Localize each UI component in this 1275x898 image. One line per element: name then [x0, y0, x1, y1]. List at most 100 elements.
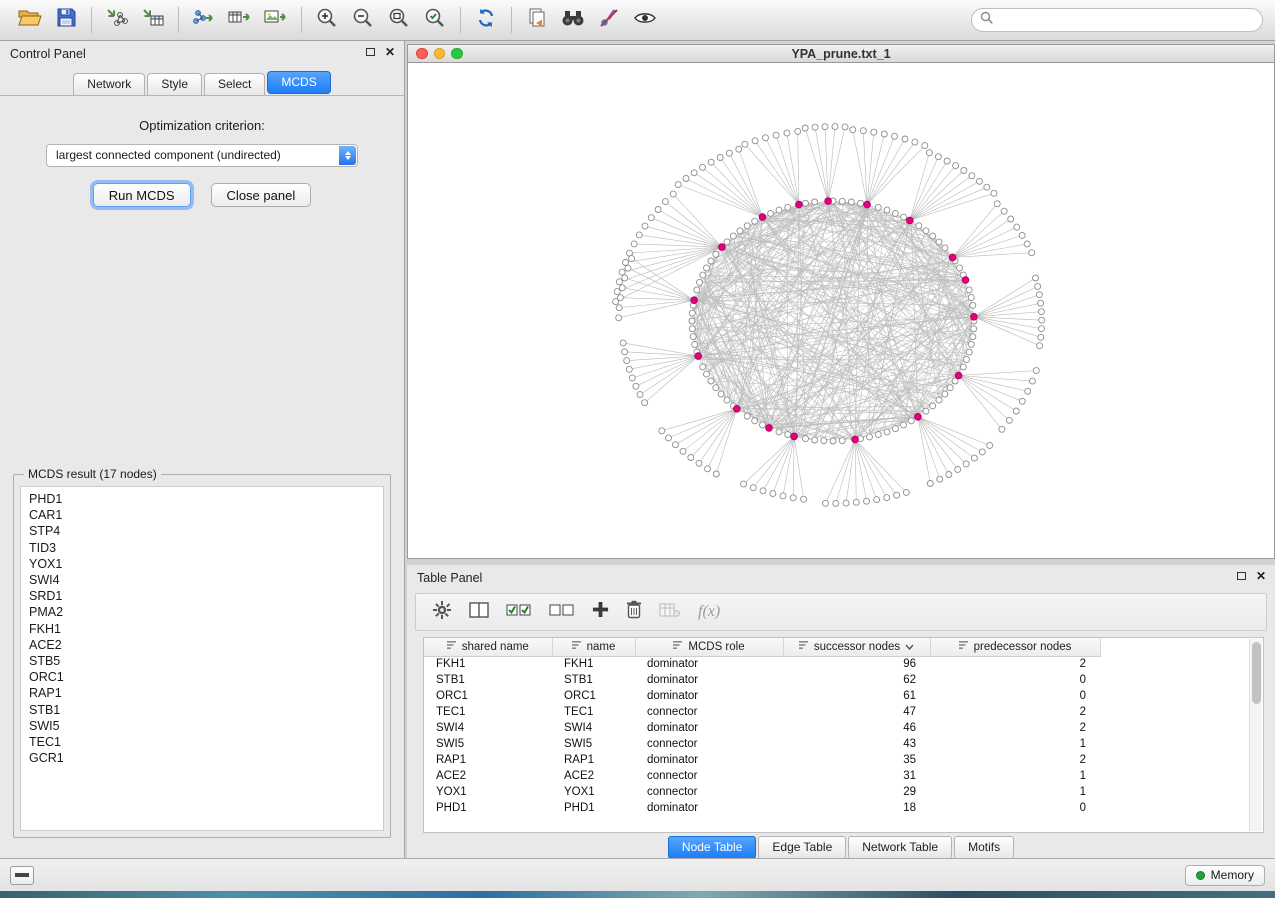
mcds-result-item[interactable]: ACE2 [29, 637, 383, 653]
graphics-details-button[interactable] [627, 4, 663, 36]
mcds-result-item[interactable]: YOX1 [29, 556, 383, 572]
table-row[interactable]: YOX1YOX1connector291 [424, 784, 1100, 800]
mcds-result-item[interactable]: STB5 [29, 653, 383, 669]
import-network-button[interactable] [99, 4, 135, 36]
select-all-icon [506, 602, 532, 623]
mcds-result-list[interactable]: PHD1CAR1STP4TID3YOX1SWI4SRD1PMA2FKH1ACE2… [20, 486, 384, 831]
tab-mcds[interactable]: MCDS [267, 71, 330, 94]
window-zoom-icon[interactable] [451, 48, 463, 60]
table-row[interactable]: ACE2ACE2connector311 [424, 768, 1100, 784]
deselect-all-button[interactable] [549, 602, 575, 623]
table-toolbar: f(x) [415, 593, 1267, 631]
run-mcds-button[interactable]: Run MCDS [93, 183, 191, 207]
float-panel-icon[interactable] [366, 48, 375, 56]
mcds-result-item[interactable]: STB1 [29, 702, 383, 718]
add-column-button[interactable] [592, 601, 609, 623]
network-search-field[interactable] [971, 8, 1263, 32]
open-session-button[interactable] [12, 4, 48, 36]
refresh-icon [475, 7, 497, 34]
export-network-button[interactable] [186, 4, 222, 36]
column-header-shared-name[interactable]: shared name [424, 638, 552, 656]
task-history-button[interactable] [10, 866, 34, 885]
toolbar-separator [178, 7, 179, 33]
style-toggle-button[interactable] [591, 4, 627, 36]
memory-button[interactable]: Memory [1185, 865, 1265, 886]
find-button[interactable] [555, 4, 591, 36]
mcds-result-item[interactable]: SWI4 [29, 572, 383, 588]
export-image-icon [264, 8, 288, 33]
table-settings-button[interactable] [432, 600, 452, 625]
gear-icon [432, 600, 452, 625]
network-graph[interactable] [408, 63, 1274, 557]
tab-style[interactable]: Style [147, 73, 202, 95]
mcds-result-item[interactable]: SWI5 [29, 718, 383, 734]
delete-table-button-disabled [659, 602, 681, 623]
table-row[interactable]: ORC1ORC1dominator610 [424, 688, 1100, 704]
column-header-predecessor-nodes[interactable]: predecessor nodes [930, 638, 1100, 656]
memory-label: Memory [1211, 868, 1254, 882]
select-all-button[interactable] [506, 602, 532, 623]
table-row[interactable]: FKH1FKH1dominator962 [424, 656, 1100, 672]
tab-network[interactable]: Network [73, 73, 145, 95]
zoom-out-button[interactable] [345, 4, 381, 36]
close-panel-icon[interactable]: ✕ [385, 47, 395, 57]
tab-select[interactable]: Select [204, 73, 265, 95]
mcds-result-item[interactable]: RAP1 [29, 685, 383, 701]
import-table-button[interactable] [135, 4, 171, 36]
table-row[interactable]: STB1STB1dominator620 [424, 672, 1100, 688]
scrollbar-thumb[interactable] [1252, 642, 1261, 704]
float-panel-icon[interactable] [1237, 572, 1246, 580]
tab-node-table[interactable]: Node Table [668, 836, 757, 859]
chevron-down-icon [905, 641, 914, 653]
zoom-fit-button[interactable] [381, 4, 417, 36]
network-window-titlebar[interactable]: YPA_prune.txt_1 [407, 44, 1275, 63]
table-row[interactable]: RAP1RAP1dominator352 [424, 752, 1100, 768]
apply-layout-button[interactable] [468, 4, 504, 36]
save-session-button[interactable] [48, 4, 84, 36]
mcds-result-item[interactable]: STP4 [29, 523, 383, 539]
close-panel-icon[interactable]: ✕ [1256, 571, 1266, 581]
search-input[interactable] [994, 13, 1254, 27]
mcds-result-item[interactable]: ORC1 [29, 669, 383, 685]
tab-network-table[interactable]: Network Table [848, 836, 952, 859]
control-panel-tabbar: NetworkStyleSelectMCDS [0, 67, 404, 96]
table-scrollbar[interactable] [1249, 639, 1262, 831]
column-header-name[interactable]: name [552, 638, 635, 656]
table-row[interactable]: SWI5SWI5connector431 [424, 736, 1100, 752]
mcds-result-item[interactable]: TID3 [29, 540, 383, 556]
zoom-in-button[interactable] [309, 4, 345, 36]
network-canvas[interactable] [407, 63, 1275, 559]
column-header-MCDS-role[interactable]: MCDS role [635, 638, 783, 656]
tab-edge-table[interactable]: Edge Table [758, 836, 846, 859]
mcds-result-item[interactable]: CAR1 [29, 507, 383, 523]
table-row[interactable]: SWI4SWI4dominator462 [424, 720, 1100, 736]
table-row[interactable]: PHD1PHD1dominator180 [424, 800, 1100, 816]
close-panel-button[interactable]: Close panel [211, 183, 312, 207]
window-close-icon[interactable] [416, 48, 428, 60]
mcds-result-item[interactable]: SRD1 [29, 588, 383, 604]
share-document-button[interactable] [519, 4, 555, 36]
column-header-successor-nodes[interactable]: successor nodes [783, 638, 930, 656]
function-builder-button-disabled: f(x) [698, 603, 720, 621]
table-body: FKH1FKH1dominator962STB1STB1dominator620… [424, 656, 1100, 816]
table-row[interactable]: TEC1TEC1connector472 [424, 704, 1100, 720]
plus-icon [592, 601, 609, 623]
toolbar-separator [511, 7, 512, 33]
optimization-criterion-select[interactable]: largest connected component (undirected) [46, 144, 358, 167]
sort-icon [447, 641, 457, 653]
eye-icon [633, 10, 657, 31]
mcds-result-item[interactable]: TEC1 [29, 734, 383, 750]
export-image-button[interactable] [258, 4, 294, 36]
window-minimize-icon[interactable] [434, 48, 446, 60]
mcds-result-item[interactable]: GCR1 [29, 750, 383, 766]
mcds-result-item[interactable]: PHD1 [29, 491, 383, 507]
delete-column-button[interactable] [626, 600, 642, 624]
select-stepper-icon [339, 146, 356, 165]
export-table-button[interactable] [222, 4, 258, 36]
tab-motifs[interactable]: Motifs [954, 836, 1014, 859]
show-columns-button[interactable] [469, 601, 489, 624]
zoom-selected-button[interactable] [417, 4, 453, 36]
mcds-result-item[interactable]: PMA2 [29, 604, 383, 620]
mcds-result-item[interactable]: FKH1 [29, 621, 383, 637]
table-header-row: shared namenameMCDS rolesuccessor nodesp… [424, 638, 1100, 656]
